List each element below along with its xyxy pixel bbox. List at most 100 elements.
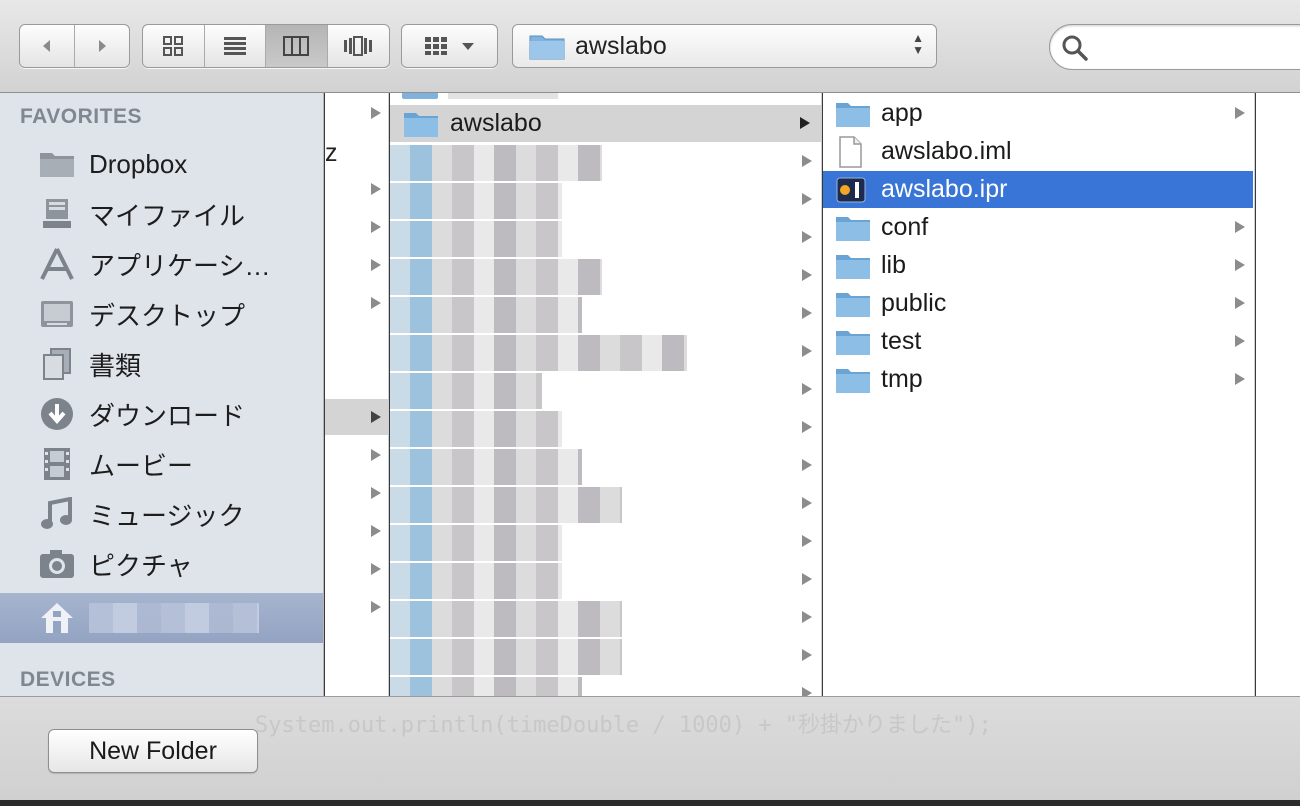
list-item-awslabo[interactable]: awslabo: [390, 105, 821, 142]
redacted-row[interactable]: [390, 183, 562, 219]
toolbar: awslabo ▲ ▼: [0, 0, 1300, 93]
disclosure-arrow-icon: [371, 525, 381, 537]
chevron-left-icon: [42, 40, 50, 52]
clipped-row-text: [448, 93, 558, 99]
disclosure-arrow-icon: [802, 269, 812, 281]
desktop-icon: [37, 296, 77, 332]
cover-flow-button[interactable]: [328, 25, 390, 67]
background-code-bleed: System.out.println(timeDouble / 1000) + …: [255, 713, 992, 738]
redacted-row[interactable]: [390, 677, 582, 696]
search-field[interactable]: [1049, 24, 1300, 70]
list-item-awslabo-ipr[interactable]: awslabo.ipr: [823, 171, 1253, 208]
disclosure-arrow-icon: [1235, 297, 1245, 309]
disclosure-arrow-icon: [371, 563, 381, 575]
redacted-row[interactable]: [390, 411, 562, 447]
list-item-label: awslabo.iml: [881, 137, 1012, 165]
list-item-label: lib: [881, 251, 907, 279]
sidebar-item-movies[interactable]: ムービー: [0, 439, 323, 489]
disclosure-arrow-icon: [371, 449, 381, 461]
disclosure-arrow-icon: [1235, 107, 1245, 119]
disclosure-arrow-icon: [802, 307, 812, 319]
list-item-conf[interactable]: conf: [823, 209, 1253, 246]
list-item-tmp[interactable]: tmp: [823, 361, 1253, 398]
folder-icon: [835, 365, 871, 395]
list-item-label: awslabo.ipr: [881, 175, 1008, 203]
list-item-label: conf: [881, 213, 929, 241]
redacted-row[interactable]: [390, 601, 622, 637]
path-popup[interactable]: awslabo ▲ ▼: [512, 24, 937, 68]
forward-button[interactable]: [75, 25, 130, 67]
redacted-row[interactable]: [390, 639, 622, 675]
downloads-icon: [37, 396, 77, 432]
redacted-row[interactable]: [390, 335, 687, 371]
sidebar: FAVORITES Dropbox マイファイル アプリケーシ… デスクトップ …: [0, 93, 324, 696]
sidebar-item-dropbox[interactable]: Dropbox: [0, 139, 323, 189]
sidebar-item-label: ピクチャ: [89, 550, 193, 581]
list-item-label: awslabo: [450, 109, 542, 137]
disclosure-arrow-icon: [371, 297, 381, 309]
redacted-row[interactable]: [390, 259, 602, 295]
folder-icon: [37, 146, 77, 182]
browser-column-4: [1256, 93, 1300, 696]
back-button[interactable]: [20, 25, 75, 67]
new-folder-button[interactable]: New Folder: [48, 729, 258, 773]
arrange-menu-button[interactable]: [401, 24, 498, 68]
folder-icon: [402, 93, 438, 99]
folder-icon: [835, 289, 871, 319]
sidebar-item-applications[interactable]: アプリケーシ…: [0, 239, 323, 289]
view-mode-control: [142, 24, 390, 68]
list-item-public[interactable]: public: [823, 285, 1253, 322]
list-item-lib[interactable]: lib: [823, 247, 1253, 284]
list-item-label: public: [881, 289, 947, 317]
redacted-row[interactable]: [390, 297, 582, 333]
disclosure-arrow-icon: [371, 487, 381, 499]
arrange-menu-content: [402, 25, 497, 67]
list-item-awslabo-iml[interactable]: awslabo.iml: [823, 133, 1253, 170]
movies-icon: [37, 446, 77, 482]
icon-view-icon: [163, 36, 184, 56]
sidebar-item-pictures[interactable]: ピクチャ: [0, 539, 323, 589]
disclosure-arrow-icon: [802, 155, 812, 167]
search-input[interactable]: [1094, 31, 1294, 63]
list-view-icon: [223, 37, 246, 55]
sidebar-item-home[interactable]: [0, 593, 323, 643]
sidebar-item-all-my-files[interactable]: マイファイル: [0, 189, 323, 239]
disclosure-arrow-icon: [802, 687, 812, 696]
disclosure-arrow-icon: [371, 259, 381, 271]
disclosure-arrow-icon: [371, 601, 381, 613]
sidebar-item-label: ムービー: [89, 450, 194, 481]
disclosure-arrow-icon: [802, 345, 812, 357]
disclosure-arrow-icon: [1235, 373, 1245, 385]
column-view-button[interactable]: [266, 25, 328, 67]
disclosure-arrow-icon: [371, 411, 381, 423]
redacted-row[interactable]: [390, 487, 622, 523]
redacted-row[interactable]: [390, 525, 562, 561]
chevron-down-icon: [461, 43, 474, 50]
disclosure-arrow-icon: [371, 221, 381, 233]
redacted-row[interactable]: [390, 221, 562, 257]
path-label: awslabo: [575, 31, 667, 60]
list-item-test[interactable]: test: [823, 323, 1253, 360]
list-item-app[interactable]: app: [823, 95, 1253, 132]
sidebar-item-desktop[interactable]: デスクトップ: [0, 289, 323, 339]
sidebar-item-music[interactable]: ミュージック: [0, 489, 323, 539]
column-view-icon: [283, 36, 310, 56]
window-bottom-edge: [0, 800, 1300, 806]
devices-heading: DEVICES: [20, 668, 116, 691]
sidebar-item-downloads[interactable]: ダウンロード: [0, 389, 323, 439]
sidebar-item-label: デスクトップ: [89, 300, 246, 331]
list-view-button[interactable]: [205, 25, 266, 67]
disclosure-arrow-icon: [802, 497, 812, 509]
truncated-item-text: z: [325, 139, 338, 167]
redacted-row[interactable]: [390, 449, 582, 485]
redacted-row[interactable]: [390, 373, 542, 409]
disclosure-arrow-icon: [802, 535, 812, 547]
sidebar-item-label: ミュージック: [89, 500, 245, 531]
icon-view-button[interactable]: [143, 25, 205, 67]
folder-icon: [835, 327, 871, 357]
redacted-row[interactable]: [390, 563, 562, 599]
applications-icon: [37, 246, 77, 282]
back-forward-control: [19, 24, 130, 68]
redacted-row[interactable]: [390, 145, 602, 181]
sidebar-item-documents[interactable]: 書類: [0, 339, 323, 389]
